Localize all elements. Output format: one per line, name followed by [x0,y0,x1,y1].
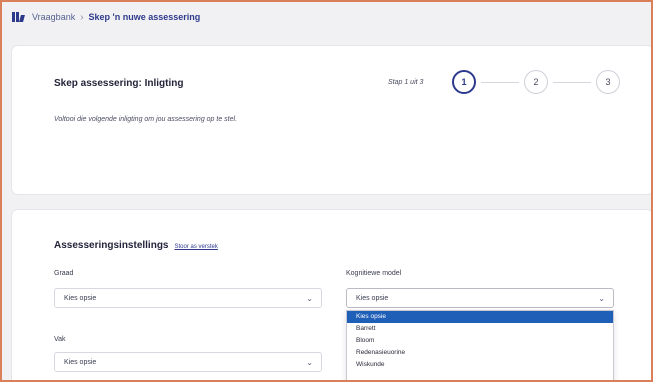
breadcrumb: Vraagbank › Skep 'n nuwe assessering [12,9,200,25]
chevron-down-icon: ⌄ [598,294,605,303]
step-2[interactable]: 2 [524,70,548,94]
cognitive-model-label: Kognitiewe model [346,270,402,277]
info-description: Voltooi die volgende inligting om jou as… [54,116,238,123]
cognitive-model-select-value: Kies opsie [356,294,389,302]
grade-select-value: Kies opsie [64,294,97,302]
info-title: Skep assessering: Inligting [54,78,184,89]
dropdown-option[interactable]: Bloom [347,335,613,347]
step-connector [553,81,591,83]
cognitive-model-dropdown: Kies opsie Barrett Bloom Redenasieuorine… [346,310,614,382]
grade-select[interactable]: Kies opsie ⌄ [54,288,322,308]
step-connector [481,81,519,83]
step-label: Stap 1 uit 3 [388,79,424,86]
chevron-down-icon: ⌄ [306,294,313,303]
subject-label: Vak [54,336,66,343]
chevron-down-icon: ⌄ [306,358,313,367]
breadcrumb-root-link[interactable]: Vraagbank [32,12,75,22]
breadcrumb-current: Skep 'n nuwe assessering [88,12,201,22]
settings-heading: Assesseringsinstellings [54,240,169,251]
cognitive-model-select[interactable]: Kies opsie ⌄ [346,288,614,308]
step-3[interactable]: 3 [596,70,620,94]
vraagbank-logo-icon[interactable] [12,12,25,22]
info-card: Skep assessering: Inligting Voltooi die … [12,46,653,194]
dropdown-option[interactable]: Kies opsie [347,311,613,323]
stepper: 1 2 3 [452,70,620,94]
dropdown-option[interactable]: Barrett [347,323,613,335]
dropdown-option[interactable]: Redenasieuorine [347,347,613,359]
save-default-link[interactable]: Stoor as verstek [175,244,218,250]
subject-select[interactable]: Kies opsie ⌄ [54,352,322,372]
breadcrumb-separator: › [80,11,84,23]
grade-label: Graad [54,270,74,277]
dropdown-option[interactable]: Wiskunde [347,359,613,371]
subject-select-value: Kies opsie [64,358,97,366]
settings-card: Assesseringsinstellings Stoor as verstek… [12,210,653,382]
step-1[interactable]: 1 [452,70,476,94]
settings-title: Assesseringsinstellings Stoor as verstek [54,240,218,251]
